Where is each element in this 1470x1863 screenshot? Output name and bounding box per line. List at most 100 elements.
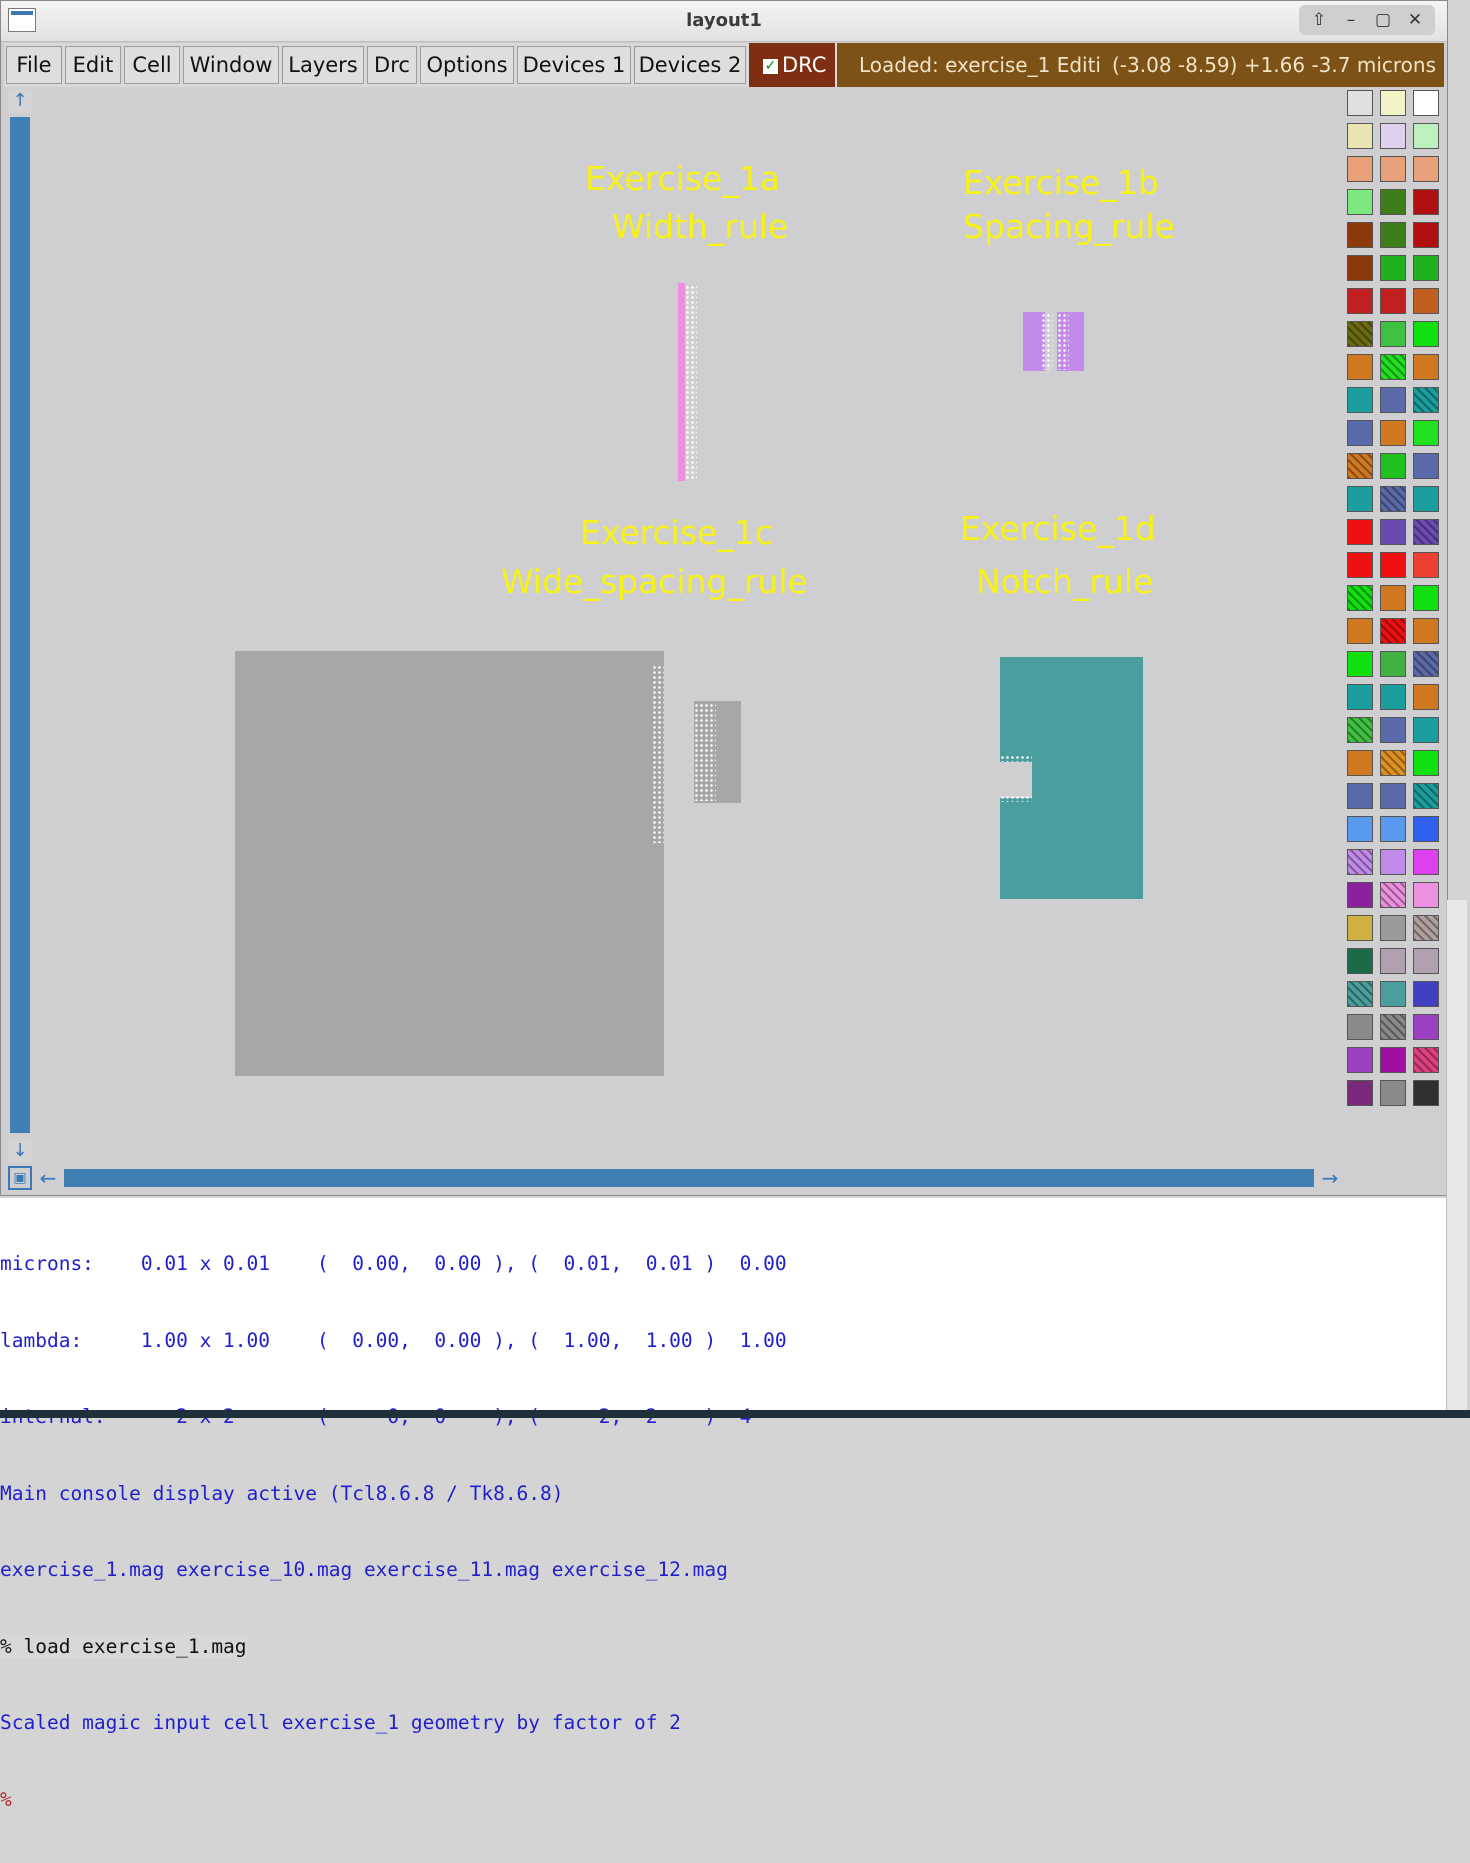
layer-swatch[interactable] [1347,1047,1373,1073]
layer-swatch[interactable] [1380,222,1406,248]
wide-metal-block[interactable] [235,651,664,1076]
layer-swatch[interactable] [1347,123,1373,149]
layer-swatch[interactable] [1413,981,1439,1007]
layer-swatch[interactable] [1347,981,1373,1007]
menu-devices-1[interactable]: Devices 1 [517,46,631,84]
vertical-scroll-track[interactable] [10,117,30,1133]
menu-drc[interactable]: Drc [367,46,417,84]
layer-swatch[interactable] [1380,585,1406,611]
layer-swatch[interactable] [1413,585,1439,611]
layer-swatch[interactable] [1413,156,1439,182]
layer-swatch[interactable] [1347,783,1373,809]
layer-swatch[interactable] [1347,849,1373,875]
layer-swatch[interactable] [1347,453,1373,479]
layer-swatch[interactable] [1380,816,1406,842]
layer-swatch[interactable] [1380,915,1406,941]
layer-swatch[interactable] [1347,1014,1373,1040]
layer-swatch[interactable] [1380,123,1406,149]
layer-swatch[interactable] [1413,486,1439,512]
layer-swatch[interactable] [1413,387,1439,413]
layer-swatch[interactable] [1347,882,1373,908]
layer-swatch[interactable] [1380,783,1406,809]
drc-toggle[interactable]: ✓ DRC [749,43,835,87]
layer-swatch[interactable] [1347,387,1373,413]
console-prompt[interactable]: % [0,1787,787,1813]
scroll-left-arrow-icon[interactable]: ← [36,1166,60,1190]
layer-swatch[interactable] [1380,882,1406,908]
layer-swatch[interactable] [1380,717,1406,743]
layer-swatch[interactable] [1413,354,1439,380]
layer-swatch[interactable] [1413,915,1439,941]
layer-swatch[interactable] [1347,552,1373,578]
scroll-right-arrow-icon[interactable]: → [1318,1166,1342,1190]
layer-swatch[interactable] [1380,255,1406,281]
layer-swatch[interactable] [1380,684,1406,710]
tcl-console[interactable]: microns: 0.01 x 0.01 ( 0.00, 0.00 ), ( 0… [0,1198,1447,1811]
layer-swatch[interactable] [1413,651,1439,677]
layer-swatch[interactable] [1380,552,1406,578]
zoom-box-icon[interactable]: ▣ [8,1166,32,1190]
layer-swatch[interactable] [1347,948,1373,974]
layer-swatch[interactable] [1347,816,1373,842]
layer-swatch[interactable] [1380,90,1406,116]
console-scrollbar[interactable] [1446,900,1467,1410]
close-icon[interactable]: ✕ [1401,10,1429,30]
layer-swatch[interactable] [1380,453,1406,479]
menu-file[interactable]: File [6,46,62,84]
layer-swatch[interactable] [1347,288,1373,314]
layer-swatch[interactable] [1413,816,1439,842]
layer-swatch[interactable] [1413,882,1439,908]
menu-devices-2[interactable]: Devices 2 [634,46,746,84]
layer-swatch[interactable] [1380,156,1406,182]
vertical-scrollbar[interactable]: ↑ ↓ [8,89,32,1163]
width-rule-pink-wire[interactable] [678,283,685,481]
horizontal-scroll-track[interactable] [64,1169,1314,1187]
layer-swatch[interactable] [1347,519,1373,545]
layer-swatch[interactable] [1380,1047,1406,1073]
menu-cell[interactable]: Cell [124,46,180,84]
layer-swatch[interactable] [1380,189,1406,215]
layer-swatch[interactable] [1380,519,1406,545]
layer-swatch[interactable] [1413,1047,1439,1073]
layer-swatch[interactable] [1347,915,1373,941]
layer-swatch[interactable] [1380,387,1406,413]
layer-swatch[interactable] [1380,618,1406,644]
layer-swatch[interactable] [1413,849,1439,875]
layer-swatch[interactable] [1413,618,1439,644]
layer-swatch[interactable] [1380,321,1406,347]
layer-swatch[interactable] [1380,1080,1406,1106]
layer-swatch[interactable] [1380,486,1406,512]
layer-swatch[interactable] [1347,222,1373,248]
layer-swatch[interactable] [1413,750,1439,776]
horizontal-scrollbar[interactable]: ▣ ← → [8,1165,1344,1191]
layer-swatch[interactable] [1380,981,1406,1007]
layer-swatch[interactable] [1347,486,1373,512]
layer-swatch[interactable] [1413,189,1439,215]
layer-swatch[interactable] [1413,321,1439,347]
maximize-icon[interactable]: ▢ [1369,10,1397,30]
layer-swatch[interactable] [1413,684,1439,710]
layer-swatch[interactable] [1347,717,1373,743]
layer-swatch[interactable] [1347,618,1373,644]
layout-canvas[interactable]: Exercise_1a Width_rule Exercise_1b Spaci… [35,89,1343,1163]
menu-edit[interactable]: Edit [65,46,121,84]
layer-swatch[interactable] [1347,1080,1373,1106]
layer-swatch[interactable] [1413,717,1439,743]
layer-swatch[interactable] [1413,123,1439,149]
layer-swatch[interactable] [1347,90,1373,116]
title-bar[interactable]: layout1 ⇧ – ▢ ✕ [1,1,1447,42]
layer-swatch[interactable] [1347,354,1373,380]
scroll-down-arrow-icon[interactable]: ↓ [8,1139,32,1163]
raise-window-icon[interactable]: ⇧ [1305,10,1333,30]
layer-swatch[interactable] [1413,519,1439,545]
layer-swatch[interactable] [1347,750,1373,776]
layer-swatch[interactable] [1380,354,1406,380]
layer-swatch[interactable] [1413,222,1439,248]
layer-swatch[interactable] [1413,1080,1439,1106]
layer-swatch[interactable] [1413,90,1439,116]
layer-swatch[interactable] [1413,255,1439,281]
layer-swatch[interactable] [1413,453,1439,479]
layer-swatch[interactable] [1347,585,1373,611]
layer-swatch[interactable] [1413,783,1439,809]
layer-swatch[interactable] [1347,420,1373,446]
